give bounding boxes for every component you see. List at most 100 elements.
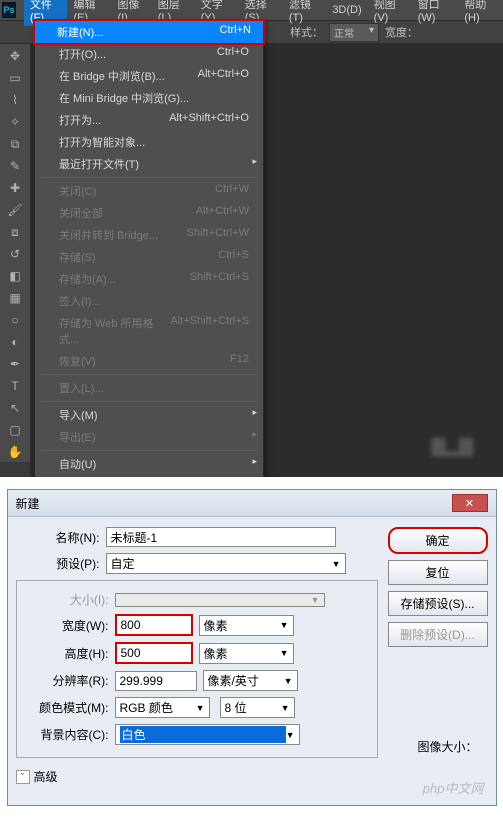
menu-item-shortcut: Ctrl+W (215, 183, 249, 199)
depth-combo[interactable]: 8 位▼ (220, 697, 295, 718)
tool-dodge[interactable]: ◐ (4, 332, 26, 352)
menu-item-10: 关闭并转到 Bridge...Shift+Ctrl+W (35, 224, 263, 246)
tool-path[interactable]: ↖ (4, 398, 26, 418)
height-unit-combo[interactable]: 像素▼ (199, 643, 294, 664)
tool-move[interactable]: ✥ (4, 46, 26, 66)
menu-item-2[interactable]: 在 Bridge 中浏览(B)... Alt+Ctrl+O (35, 65, 263, 87)
menu-help[interactable]: 帮助(H) (458, 0, 503, 26)
mode-label: 颜色模式(M): (25, 699, 115, 716)
tool-type[interactable]: T (4, 376, 26, 396)
ps-logo: Ps (2, 2, 16, 18)
width-input[interactable] (115, 614, 193, 636)
menu-item-13: 签入(I)... (35, 290, 263, 312)
menu-window[interactable]: 窗口(W) (412, 0, 459, 26)
menu-filter[interactable]: 滤镜(T) (283, 0, 326, 26)
menu-item-shortcut: Shift+Ctrl+W (187, 227, 249, 243)
menu-item-shortcut: Shift+Ctrl+S (190, 271, 249, 287)
size-combo: ▼ (115, 593, 325, 607)
menu-3d[interactable]: 3D(D) (326, 2, 367, 18)
name-input[interactable] (106, 527, 336, 547)
close-button[interactable]: ✕ (452, 494, 488, 512)
menu-item-0[interactable]: 新建(N)...Ctrl+N (33, 19, 265, 45)
menu-item-22[interactable]: 自动(U) (35, 453, 263, 475)
menu-item-label: 置入(L)... (59, 380, 104, 396)
advanced-toggle[interactable]: ˇ 高级 (16, 768, 378, 785)
width-label: 宽度： (385, 24, 418, 40)
menu-item-shortcut: Ctrl+O (217, 46, 249, 62)
menu-item-shortcut: Alt+Ctrl+O (198, 68, 249, 84)
bg-label: 背景内容(C): (25, 726, 115, 743)
name-label: 名称(N): (16, 529, 106, 546)
tool-pen[interactable]: ✒ (4, 354, 26, 374)
width-unit-combo[interactable]: 像素▼ (199, 615, 294, 636)
tool-heal[interactable]: ✚ (4, 178, 26, 198)
watermark: php中文网 (423, 778, 484, 797)
menu-item-shortcut: Ctrl+S (218, 249, 249, 265)
ok-button[interactable]: 确定 (388, 527, 488, 554)
preset-label: 预设(P): (16, 555, 106, 572)
tool-stamp[interactable]: ⧈ (4, 222, 26, 242)
menu-item-label: 签入(I)... (59, 293, 101, 309)
menu-item-3[interactable]: 在 Mini Bridge 中浏览(G)... (35, 87, 263, 109)
menu-item-15: 恢复(V)F12 (35, 350, 263, 372)
menu-item-label: 在 Mini Bridge 中浏览(G)... (59, 90, 189, 106)
menu-item-23[interactable]: 脚本(R) (35, 475, 263, 477)
canvas-watermark: ▇▂▇ (431, 436, 473, 457)
tool-wand[interactable]: ✧ (4, 112, 26, 132)
menu-item-shortcut: Ctrl+N (220, 24, 251, 40)
menu-item-1[interactable]: 打开(O)... Ctrl+O (35, 43, 263, 65)
save-preset-button[interactable]: 存储预设(S)... (388, 591, 488, 616)
menu-item-label: 打开(O)... (59, 46, 106, 62)
new-dialog: 新建 ✕ 名称(N): 预设(P): 自定▼ 大小(I): ▼ (7, 489, 497, 806)
reset-button[interactable]: 复位 (388, 560, 488, 585)
tool-eraser[interactable]: ◧ (4, 266, 26, 286)
delete-preset-button: 删除预设(D)... (388, 622, 488, 647)
menu-item-6[interactable]: 最近打开文件(T) (35, 153, 263, 175)
preset-combo[interactable]: 自定▼ (106, 553, 346, 574)
menu-item-shortcut: Alt+Ctrl+W (196, 205, 249, 221)
menu-item-label: 关闭(C) (59, 183, 96, 199)
width-label: 宽度(W): (25, 617, 115, 634)
menu-item-label: 在 Bridge 中浏览(B)... (59, 68, 165, 84)
menu-item-19[interactable]: 导入(M) (35, 404, 263, 426)
image-size-label: 图像大小： (417, 738, 477, 755)
menu-item-shortcut: F12 (230, 353, 249, 369)
menu-separator (41, 177, 257, 178)
menu-item-label: 自动(U) (59, 456, 96, 472)
menu-item-11: 存储(S) Ctrl+S (35, 246, 263, 268)
tool-history[interactable]: ↺ (4, 244, 26, 264)
menu-item-4[interactable]: 打开为...Alt+Shift+Ctrl+O (35, 109, 263, 131)
menu-item-label: 打开为智能对象... (59, 134, 145, 150)
height-label: 高度(H): (25, 645, 115, 662)
tools-panel: ✥ ▭ ⌇ ✧ ⧉ ✎ ✚ 🖌 ⧈ ↺ ◧ ▦ ○ ◐ ✒ T ↖ ▢ ✋ (0, 44, 30, 462)
mode-combo[interactable]: RGB 颜色▼ (115, 697, 210, 718)
file-menu-dropdown: 新建(N)...Ctrl+N打开(O)... Ctrl+O 在 Bridge 中浏览… (34, 20, 264, 477)
style-combo[interactable]: 正常▾ (329, 23, 379, 42)
photoshop-window: Ps 文件(F) 编辑(E) 图像(I) 图层(L) 文字(Y) 选择(S) 滤… (0, 0, 503, 477)
menu-item-17: 置入(L)... (35, 377, 263, 399)
menu-item-label: 关闭全部 (59, 205, 103, 221)
tool-eyedropper[interactable]: ✎ (4, 156, 26, 176)
tool-marquee[interactable]: ▭ (4, 68, 26, 88)
res-unit-combo[interactable]: 像素/英寸▼ (203, 670, 298, 691)
tool-gradient[interactable]: ▦ (4, 288, 26, 308)
res-input[interactable] (115, 671, 197, 691)
bg-combo[interactable]: 白色▼ (115, 724, 300, 745)
menu-item-14: 存储为 Web 所用格式...Alt+Shift+Ctrl+S (35, 312, 263, 350)
height-input[interactable] (115, 642, 193, 664)
tool-shape[interactable]: ▢ (4, 420, 26, 440)
tool-crop[interactable]: ⧉ (4, 134, 26, 154)
menu-separator (41, 374, 257, 375)
menu-item-5[interactable]: 打开为智能对象... (35, 131, 263, 153)
res-label: 分辨率(R): (25, 672, 115, 689)
tool-brush[interactable]: 🖌 (4, 200, 26, 220)
menu-item-20: 导出(E) (35, 426, 263, 448)
menu-item-label: 存储(S) (59, 249, 96, 265)
tool-blur[interactable]: ○ (4, 310, 26, 330)
menu-item-label: 打开为... (59, 112, 101, 128)
size-label: 大小(I): (25, 591, 115, 608)
tool-lasso[interactable]: ⌇ (4, 90, 26, 110)
menu-item-label: 导出(E) (59, 429, 96, 445)
tool-hand[interactable]: ✋ (4, 442, 26, 462)
menu-item-label: 最近打开文件(T) (59, 156, 139, 172)
